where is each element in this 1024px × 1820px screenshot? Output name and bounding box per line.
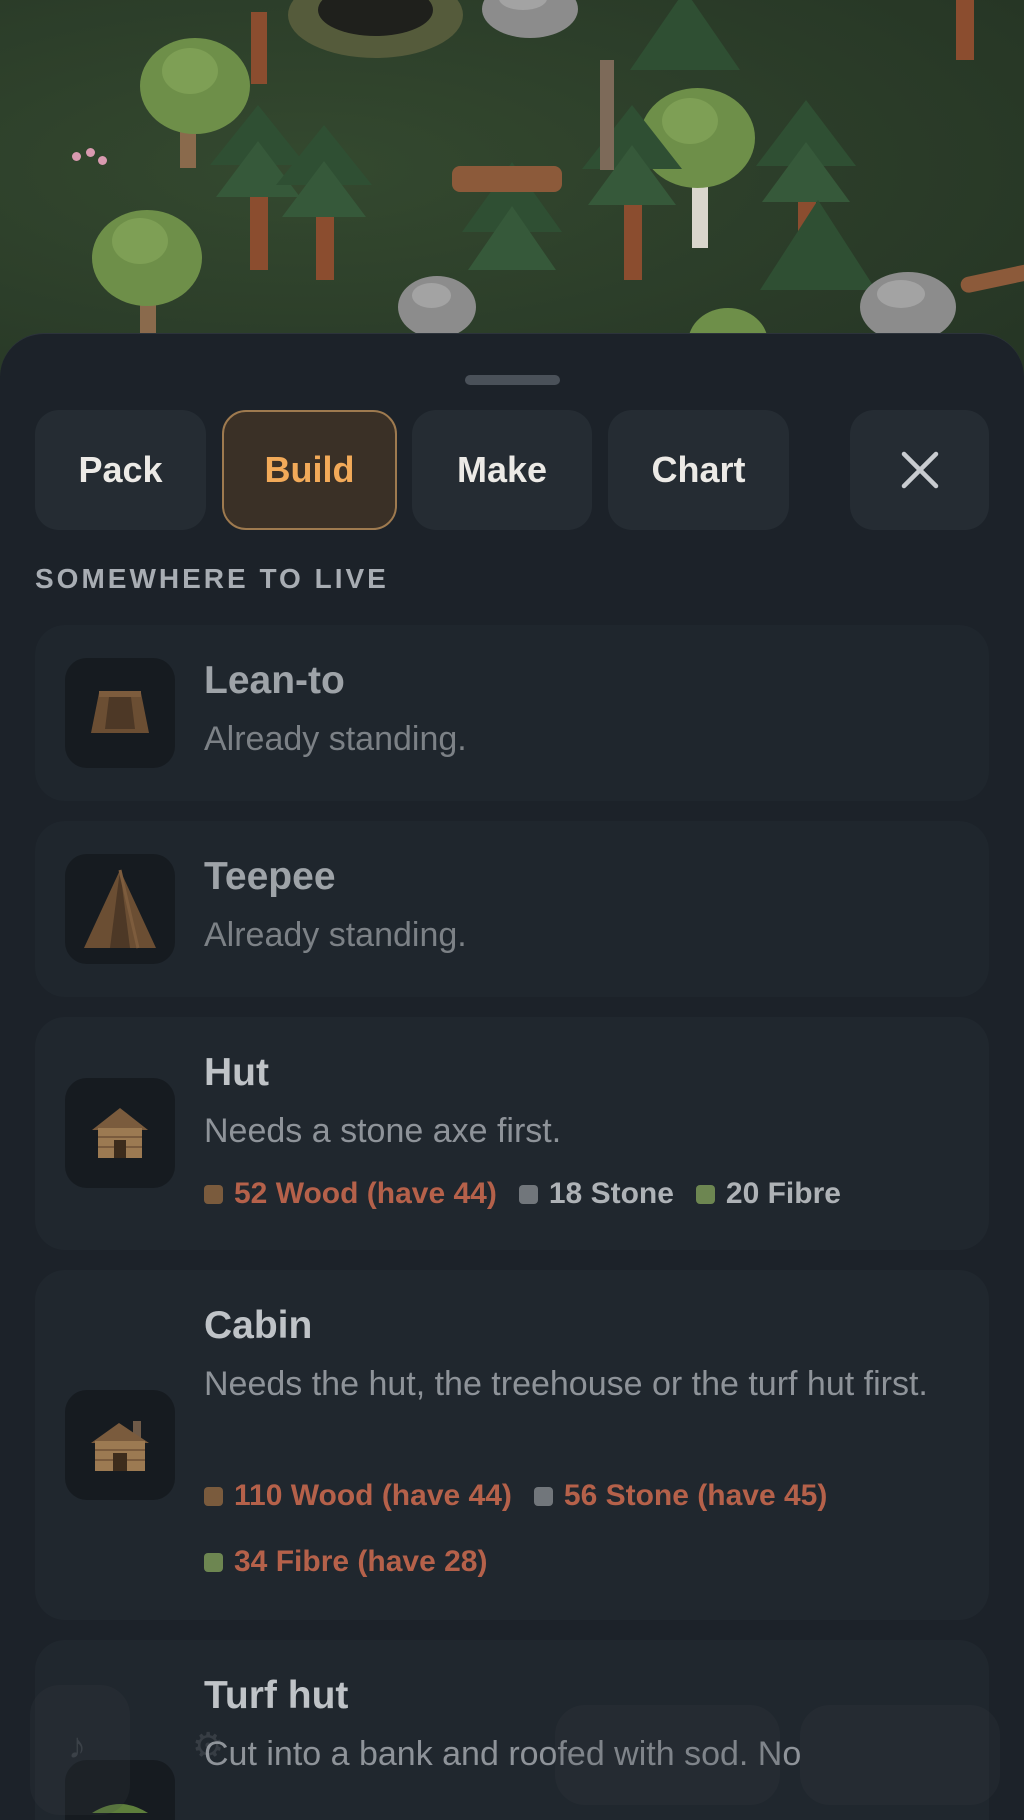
requirement-fibre: 20 Fibre	[695, 1172, 841, 1216]
card-description: Already standing.	[204, 916, 467, 954]
card-name: Lean-to	[204, 659, 345, 702]
requirement-fibre: 34 Fibre (have 28)	[204, 1540, 487, 1584]
stone-swatch	[518, 1184, 538, 1204]
pack-button[interactable]	[555, 1705, 780, 1805]
tab-chart[interactable]: Chart	[608, 410, 789, 530]
build-card-teepee[interactable]: Teepee Already standing.	[35, 821, 989, 997]
fallen-log	[452, 166, 562, 192]
requirement-stone: 18 Stone	[518, 1172, 674, 1216]
requirement-list: 52 Wood (have 44) 18 Stone 20 Fibre	[204, 1172, 964, 1216]
fibre-swatch	[204, 1552, 223, 1572]
requirement-text: 110 Wood (have 44)	[234, 1479, 512, 1512]
build-card-hut[interactable]: Hut Needs a stone axe first. 52 Wood (ha…	[35, 1017, 989, 1250]
trunk	[251, 12, 267, 84]
flowers	[64, 148, 110, 188]
section-title: SOMEWHERE TO LIVE	[35, 563, 389, 594]
requirement-text: 20 Fibre	[725, 1177, 841, 1210]
build-card-lean-to[interactable]: Lean-to Already standing.	[35, 625, 989, 801]
settings-icon[interactable]: ⚙	[192, 1725, 224, 1767]
requirement-text: 34 Fibre (have 28)	[234, 1545, 488, 1578]
tab-build[interactable]: Build	[222, 410, 397, 530]
wood-swatch	[204, 1184, 223, 1204]
card-name: Teepee	[204, 855, 336, 898]
requirement-text: 56 Stone (have 45)	[563, 1479, 828, 1512]
build-card-cabin[interactable]: Cabin Needs the hut, the treehouse or th…	[35, 1270, 989, 1620]
trunk	[956, 0, 974, 60]
lean-to-icon	[65, 658, 175, 768]
build-sheet: Pack Build Make Chart SOMEWHERE TO LIVE …	[0, 333, 1024, 1820]
hut-icon	[65, 1078, 175, 1188]
card-description: Already standing.	[204, 720, 467, 758]
cabin-icon	[65, 1390, 175, 1500]
requirement-wood: 52 Wood (have 44)	[204, 1172, 497, 1216]
sheet-drag-handle[interactable]	[465, 375, 560, 385]
tab-make[interactable]: Make	[412, 410, 592, 530]
card-description: Needs a stone axe first.	[204, 1112, 562, 1150]
teepee-icon	[65, 854, 175, 964]
card-name: Cabin	[204, 1304, 313, 1347]
rock	[398, 276, 476, 338]
requirement-text: 52 Wood (have 44)	[234, 1177, 497, 1210]
bottom-bar: ♪ ⚙	[0, 1650, 1024, 1820]
close-icon	[901, 451, 938, 489]
card-name: Hut	[204, 1051, 269, 1094]
rock	[860, 272, 956, 342]
build-button[interactable]	[800, 1705, 1000, 1805]
close-button[interactable]	[850, 410, 989, 530]
tab-pack[interactable]: Pack	[35, 410, 206, 530]
requirement-list: 110 Wood (have 44) 56 Stone (have 45) 34…	[204, 1474, 964, 1584]
card-description: Needs the hut, the treehouse or the turf…	[204, 1365, 928, 1403]
wood-swatch	[204, 1486, 223, 1506]
music-icon: ♪	[68, 1725, 86, 1766]
requirement-stone: 56 Stone (have 45)	[533, 1474, 828, 1518]
stone-swatch	[533, 1486, 553, 1506]
fibre-swatch	[695, 1184, 715, 1204]
bare-tree	[600, 60, 614, 170]
tab-bar: Pack Build Make Chart	[0, 410, 1024, 530]
requirement-text: 18 Stone	[548, 1177, 674, 1210]
requirement-wood: 110 Wood (have 44)	[204, 1474, 512, 1518]
